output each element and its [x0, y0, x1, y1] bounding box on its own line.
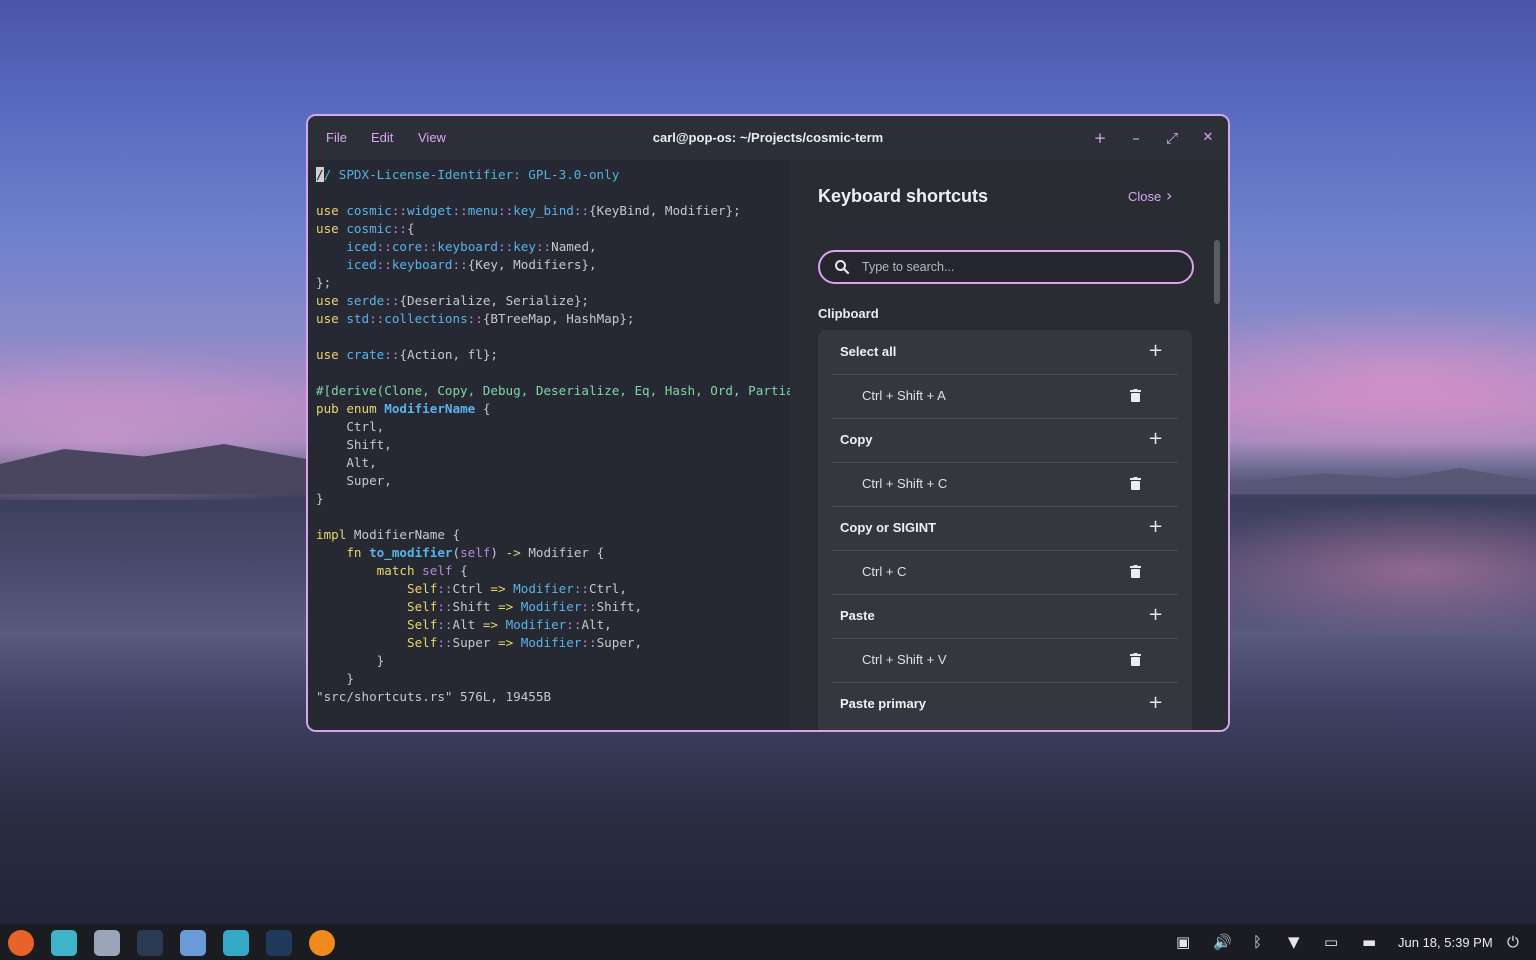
- action-name: Paste primary: [840, 696, 926, 711]
- binding-row: Ctrl + Shift + A: [818, 374, 1192, 418]
- action-name: Copy or SIGINT: [840, 520, 937, 535]
- volume-icon[interactable]: 🔊: [1213, 933, 1232, 951]
- add-binding-button[interactable]: +: [1148, 604, 1163, 625]
- terminal-line: match self {: [316, 563, 468, 578]
- notifications-icon[interactable]: ▬: [1362, 933, 1376, 951]
- power-icon[interactable]: ⏻: [1507, 933, 1519, 951]
- taskbar: ▣ 🔊 ᛒ ▼ ▭ ▬ Jun 18, 5:39 PM ⏻: [0, 924, 1536, 960]
- delete-binding-icon[interactable]: [1130, 389, 1141, 402]
- terminal-line: Self::Super => Modifier::Super,: [316, 635, 643, 650]
- binding-label: Ctrl + C: [862, 564, 907, 579]
- new-tab-button[interactable]: +: [1089, 127, 1111, 149]
- terminal-line: use cosmic::{: [316, 221, 415, 236]
- text-editor-app-icon[interactable]: [94, 930, 120, 956]
- shortcut-action-row: Copy or SIGINT +: [818, 506, 1192, 550]
- terminal-line: }: [316, 491, 324, 506]
- shortcut-action-row: Copy +: [818, 418, 1192, 462]
- chevron-right-icon[interactable]: ›: [1166, 186, 1172, 205]
- battery-icon[interactable]: ▭: [1324, 933, 1338, 951]
- delete-binding-icon[interactable]: [1130, 477, 1141, 490]
- binding-row: Ctrl + Shift + V: [818, 638, 1192, 682]
- clock[interactable]: Jun 18, 5:39 PM: [1398, 935, 1493, 950]
- terminal-line: use cosmic::widget::menu::key_bind::{Key…: [316, 203, 741, 218]
- terminal-line: // SPDX-License-Identifier: GPL-3.0-only: [316, 167, 620, 182]
- minimize-button[interactable]: –: [1125, 127, 1147, 149]
- maximize-button[interactable]: ⤢: [1161, 127, 1183, 149]
- section-clipboard-label: Clipboard: [818, 306, 879, 321]
- close-button[interactable]: ✕: [1197, 127, 1219, 149]
- terminal-view[interactable]: // SPDX-License-Identifier: GPL-3.0-only…: [308, 160, 790, 730]
- terminal-line: Alt,: [316, 455, 377, 470]
- shortcut-action-row: Paste primary +: [818, 682, 1192, 726]
- shortcut-list: Select all + Ctrl + Shift + A Copy + Ctr…: [818, 330, 1192, 730]
- action-name: Copy: [840, 432, 873, 447]
- search-field[interactable]: [818, 250, 1194, 284]
- terminal-line: use crate::{Action, fl};: [316, 347, 499, 362]
- delete-binding-icon[interactable]: [1130, 653, 1141, 666]
- binding-label: Ctrl + Shift + V: [862, 652, 947, 667]
- terminal-line: Shift,: [316, 437, 392, 452]
- shortcut-action-row: Paste +: [818, 594, 1192, 638]
- terminal-line: };: [316, 275, 332, 290]
- shortcut-action-row: Select all +: [818, 330, 1192, 374]
- terminal-line: use std::collections::{BTreeMap, HashMap…: [316, 311, 635, 326]
- terminal-line: iced::keyboard::{Key, Modifiers},: [316, 257, 597, 272]
- keyboard-shortcuts-panel: Keyboard shortcuts Close › Clipboard Sel…: [790, 160, 1228, 730]
- search-icon: [835, 260, 850, 275]
- binding-row: Ctrl + Shift + C: [818, 462, 1192, 506]
- terminal-line: use serde::{Deserialize, Serialize};: [316, 293, 589, 308]
- system-monitor-app-icon[interactable]: [266, 930, 292, 956]
- binding-row: Ctrl + C: [818, 550, 1192, 594]
- binding-label: Ctrl + Shift + C: [862, 476, 948, 491]
- shop-app-icon[interactable]: [180, 930, 206, 956]
- add-binding-button[interactable]: +: [1148, 340, 1163, 361]
- delete-binding-icon[interactable]: [1130, 565, 1141, 578]
- terminal-text: // SPDX-License-Identifier: GPL-3.0-only…: [316, 166, 790, 706]
- terminal-window: File Edit View carl@pop-os: ~/Projects/c…: [306, 114, 1230, 732]
- terminal-app-icon[interactable]: [137, 930, 163, 956]
- terminal-line: impl ModifierName {: [316, 527, 461, 542]
- files-app-icon[interactable]: [51, 930, 77, 956]
- add-binding-button[interactable]: +: [1148, 428, 1163, 449]
- wifi-icon[interactable]: ▼: [1288, 933, 1300, 951]
- add-binding-button[interactable]: +: [1148, 692, 1163, 713]
- terminal-line: iced::core::keyboard::key::Named,: [316, 239, 597, 254]
- app-orange-app-icon[interactable]: [309, 930, 335, 956]
- bluetooth-icon[interactable]: ᛒ: [1253, 933, 1262, 951]
- title-bar[interactable]: File Edit View carl@pop-os: ~/Projects/c…: [308, 116, 1228, 160]
- terminal-line: Super,: [316, 473, 392, 488]
- search-input[interactable]: [862, 260, 1182, 274]
- add-binding-button[interactable]: +: [1148, 516, 1163, 537]
- terminal-line: }: [316, 653, 385, 668]
- terminal-line: Self::Ctrl => Modifier::Ctrl,: [316, 581, 627, 596]
- wallpaper-hills-right: [1230, 468, 1536, 494]
- terminal-line: "src/shortcuts.rs" 576L, 19455B: [316, 689, 552, 704]
- panel-title: Keyboard shortcuts: [818, 186, 989, 206]
- terminal-line: }: [316, 671, 354, 686]
- terminal-line: Ctrl,: [316, 419, 385, 434]
- action-name: Paste: [840, 608, 875, 623]
- terminal-line: pub enum ModifierName {: [316, 401, 491, 416]
- terminal-line: fn to_modifier(self) -> Modifier {: [316, 545, 605, 560]
- action-name: Select all: [840, 344, 897, 359]
- firefox-app-icon[interactable]: [8, 930, 34, 956]
- workspaces-icon[interactable]: ▣: [1176, 933, 1190, 951]
- terminal-line: Self::Shift => Modifier::Shift,: [316, 599, 643, 614]
- terminal-line: #[derive(Clone, Copy, Debug, Deserialize…: [316, 383, 790, 398]
- panel-scrollbar[interactable]: [1214, 240, 1220, 304]
- terminal-line: Self::Alt => Modifier::Alt,: [316, 617, 612, 632]
- panel-close-button[interactable]: Close: [1128, 189, 1161, 204]
- binding-label: Ctrl + Shift + A: [862, 388, 946, 403]
- settings-app-icon[interactable]: [223, 930, 249, 956]
